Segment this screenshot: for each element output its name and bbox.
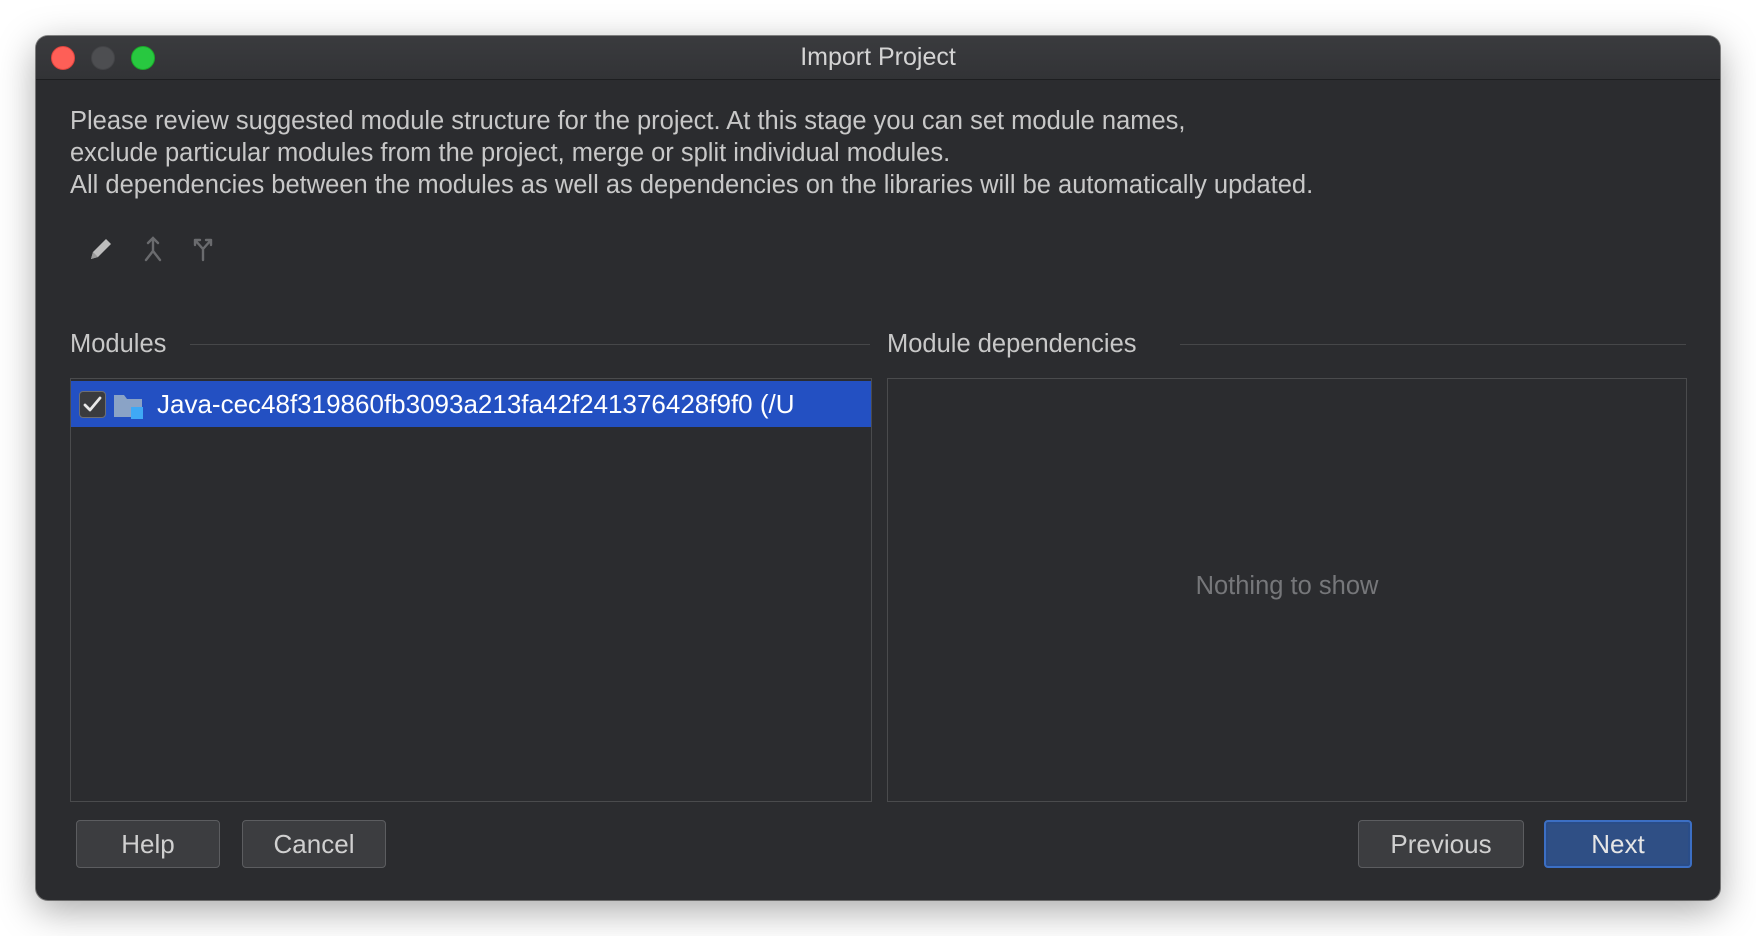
module-dependencies-panel[interactable]: Nothing to show <box>887 378 1687 802</box>
description-text: Please review suggested module structure… <box>70 105 1313 201</box>
import-project-dialog: Import Project Please review suggested m… <box>36 36 1720 900</box>
description-line: All dependencies between the modules as … <box>70 171 1314 199</box>
help-button[interactable]: Help <box>76 820 220 868</box>
module-name: Java-cec48f319860fb3093a213fa42f24137642… <box>157 389 795 419</box>
merge-icon[interactable] <box>136 232 170 266</box>
cancel-button[interactable]: Cancel <box>242 820 386 868</box>
window-title: Import Project <box>800 43 956 71</box>
module-dependencies-label: Module dependencies <box>887 330 1137 358</box>
description-line: exclude particular modules from the proj… <box>70 139 951 167</box>
next-button[interactable]: Next <box>1544 820 1692 868</box>
modules-list[interactable]: Java-cec48f319860fb3093a213fa42f24137642… <box>70 378 872 802</box>
description-line: Please review suggested module structure… <box>70 107 1186 135</box>
previous-button[interactable]: Previous <box>1358 820 1524 868</box>
empty-state-text: Nothing to show <box>1195 571 1379 600</box>
modules-separator <box>190 344 870 345</box>
list-item[interactable]: Java-cec48f319860fb3093a213fa42f24137642… <box>71 381 871 427</box>
module-folder-icon <box>113 392 145 420</box>
close-window-button[interactable] <box>51 46 75 70</box>
minimize-window-button[interactable] <box>91 46 115 70</box>
maximize-window-button[interactable] <box>131 46 155 70</box>
split-icon[interactable] <box>186 232 220 266</box>
title-bar[interactable]: Import Project <box>36 36 1720 80</box>
checkmark-icon <box>83 396 102 412</box>
module-checkbox[interactable] <box>79 391 106 418</box>
dependencies-separator <box>1180 344 1686 345</box>
pencil-icon[interactable] <box>84 232 118 266</box>
modules-label: Modules <box>70 330 167 358</box>
